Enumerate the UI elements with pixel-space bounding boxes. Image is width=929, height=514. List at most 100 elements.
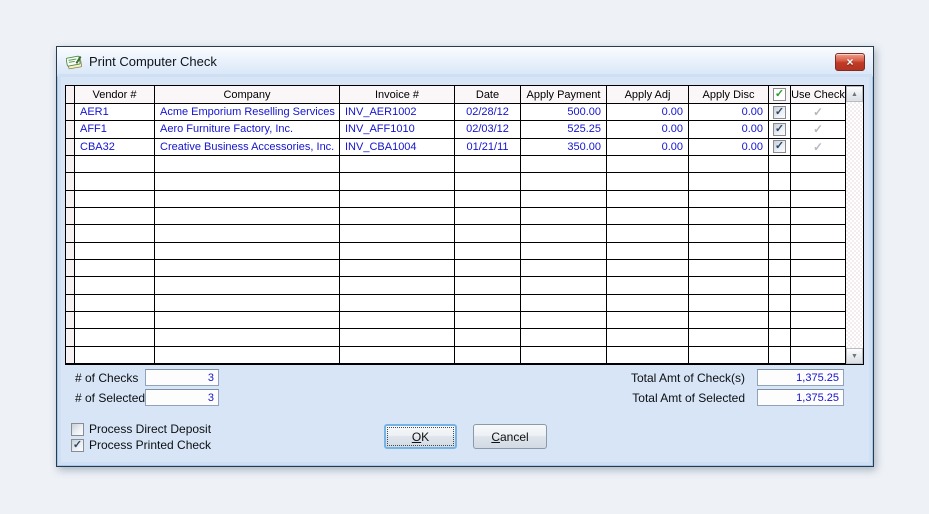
empty-cell <box>75 243 155 259</box>
column-header-use-check[interactable]: Use Check <box>791 86 846 103</box>
cell-apply_disc[interactable]: 0.00 <box>689 104 769 120</box>
column-header-apply_disc[interactable]: Apply Disc <box>689 86 769 103</box>
table-empty-row[interactable] <box>66 277 846 294</box>
cell-invoice[interactable]: INV_AER1002 <box>340 104 455 120</box>
cell-apply_payment[interactable]: 500.00 <box>521 104 607 120</box>
row-selector[interactable] <box>66 156 75 172</box>
empty-cell <box>689 156 769 172</box>
process-direct-deposit-label: Process Direct Deposit <box>89 422 211 436</box>
table-row[interactable]: CBA32Creative Business Accessories, Inc.… <box>66 139 846 156</box>
empty-cell <box>75 347 155 363</box>
row-select-checkbox[interactable]: ✓ <box>773 106 786 119</box>
use-check-mark-icon: ✓ <box>813 122 823 136</box>
column-header-vendor[interactable]: Vendor # <box>75 86 155 103</box>
cell-select[interactable]: ✓ <box>769 104 791 120</box>
close-button[interactable]: × <box>835 53 865 71</box>
cell-date[interactable]: 02/28/12 <box>455 104 521 120</box>
table-empty-row[interactable] <box>66 295 846 312</box>
cell-vendor[interactable]: CBA32 <box>75 139 155 155</box>
column-header-apply_adj[interactable]: Apply Adj <box>607 86 689 103</box>
cell-apply_disc[interactable]: 0.00 <box>689 121 769 137</box>
cell-apply_adj[interactable]: 0.00 <box>607 121 689 137</box>
table-empty-row[interactable] <box>66 312 846 329</box>
row-selector[interactable] <box>66 191 75 207</box>
table-empty-row[interactable] <box>66 243 846 260</box>
table-empty-row[interactable] <box>66 191 846 208</box>
cancel-button[interactable]: Cancel <box>473 424 547 449</box>
cell-select[interactable]: ✓ <box>769 139 791 155</box>
cell-apply_payment[interactable]: 525.25 <box>521 121 607 137</box>
row-select-checkbox[interactable]: ✓ <box>773 123 786 136</box>
arrow-up-icon: ▲ <box>851 91 858 98</box>
cell-apply_adj[interactable]: 0.00 <box>607 139 689 155</box>
cell-vendor[interactable]: AER1 <box>75 104 155 120</box>
table-empty-row[interactable] <box>66 173 846 190</box>
column-header-date[interactable]: Date <box>455 86 521 103</box>
row-selector[interactable] <box>66 208 75 224</box>
table-empty-row[interactable] <box>66 208 846 225</box>
row-selector[interactable] <box>66 347 75 363</box>
empty-cell <box>340 295 455 311</box>
process-printed-check-checkbox[interactable]: ✓ <box>71 439 84 452</box>
cell-date[interactable]: 02/03/12 <box>455 121 521 137</box>
cell-company[interactable]: Creative Business Accessories, Inc. <box>155 139 340 155</box>
empty-cell <box>607 295 689 311</box>
cell-company[interactable]: Acme Emporium Reselling Services <box>155 104 340 120</box>
empty-cell <box>689 173 769 189</box>
empty-cell <box>155 347 340 363</box>
scroll-up-button[interactable]: ▲ <box>846 86 863 102</box>
ok-button[interactable]: OK <box>384 424 457 449</box>
cell-company[interactable]: Aero Furniture Factory, Inc. <box>155 121 340 137</box>
use-check-mark-icon: ✓ <box>813 105 823 119</box>
empty-cell <box>607 312 689 328</box>
scroll-down-button[interactable]: ▼ <box>846 348 863 364</box>
table-empty-row[interactable] <box>66 225 846 242</box>
process-direct-deposit-checkbox[interactable] <box>71 423 84 436</box>
column-header-invoice[interactable]: Invoice # <box>340 86 455 103</box>
table-row[interactable]: AER1Acme Emporium Reselling ServicesINV_… <box>66 104 846 121</box>
cell-apply_disc[interactable]: 0.00 <box>689 139 769 155</box>
empty-cell <box>607 225 689 241</box>
process-printed-check-option[interactable]: ✓ Process Printed Check <box>71 438 211 452</box>
arrow-down-icon: ▼ <box>851 353 858 360</box>
empty-cell <box>340 260 455 276</box>
table-empty-row[interactable] <box>66 156 846 173</box>
table-empty-row[interactable] <box>66 347 846 364</box>
row-selector[interactable] <box>66 243 75 259</box>
cell-select[interactable]: ✓ <box>769 121 791 137</box>
cell-invoice[interactable]: INV_CBA1004 <box>340 139 455 155</box>
cell-vendor[interactable]: AFF1 <box>75 121 155 137</box>
empty-cell <box>769 295 791 311</box>
empty-cell <box>521 191 607 207</box>
empty-cell <box>75 312 155 328</box>
table-row[interactable]: AFF1Aero Furniture Factory, Inc.INV_AFF1… <box>66 121 846 138</box>
row-select-checkbox[interactable]: ✓ <box>773 140 786 153</box>
column-header-apply_payment[interactable]: Apply Payment <box>521 86 607 103</box>
column-header-select[interactable]: ✓ <box>769 86 791 103</box>
cell-apply_payment[interactable]: 350.00 <box>521 139 607 155</box>
row-selector[interactable] <box>66 139 75 155</box>
row-selector[interactable] <box>66 104 75 120</box>
process-direct-deposit-option[interactable]: Process Direct Deposit <box>71 422 211 436</box>
cell-invoice[interactable]: INV_AFF1010 <box>340 121 455 137</box>
row-selector[interactable] <box>66 173 75 189</box>
row-selector[interactable] <box>66 225 75 241</box>
row-selector[interactable] <box>66 295 75 311</box>
table-scrollbar[interactable]: ▲ ▼ <box>846 86 863 364</box>
empty-cell <box>155 243 340 259</box>
table-empty-row[interactable] <box>66 329 846 346</box>
select-all-checkbox[interactable]: ✓ <box>773 88 786 101</box>
row-selector[interactable] <box>66 329 75 345</box>
row-selector[interactable] <box>66 121 75 137</box>
empty-cell <box>769 225 791 241</box>
row-selector[interactable] <box>66 260 75 276</box>
cell-date[interactable]: 01/21/11 <box>455 139 521 155</box>
cell-apply_adj[interactable]: 0.00 <box>607 104 689 120</box>
table-empty-row[interactable] <box>66 260 846 277</box>
empty-cell <box>689 225 769 241</box>
dialog-titlebar[interactable]: Print Computer Check × <box>57 47 873 77</box>
row-selector[interactable] <box>66 277 75 293</box>
column-header-company[interactable]: Company <box>155 86 340 103</box>
empty-cell <box>155 173 340 189</box>
row-selector[interactable] <box>66 312 75 328</box>
